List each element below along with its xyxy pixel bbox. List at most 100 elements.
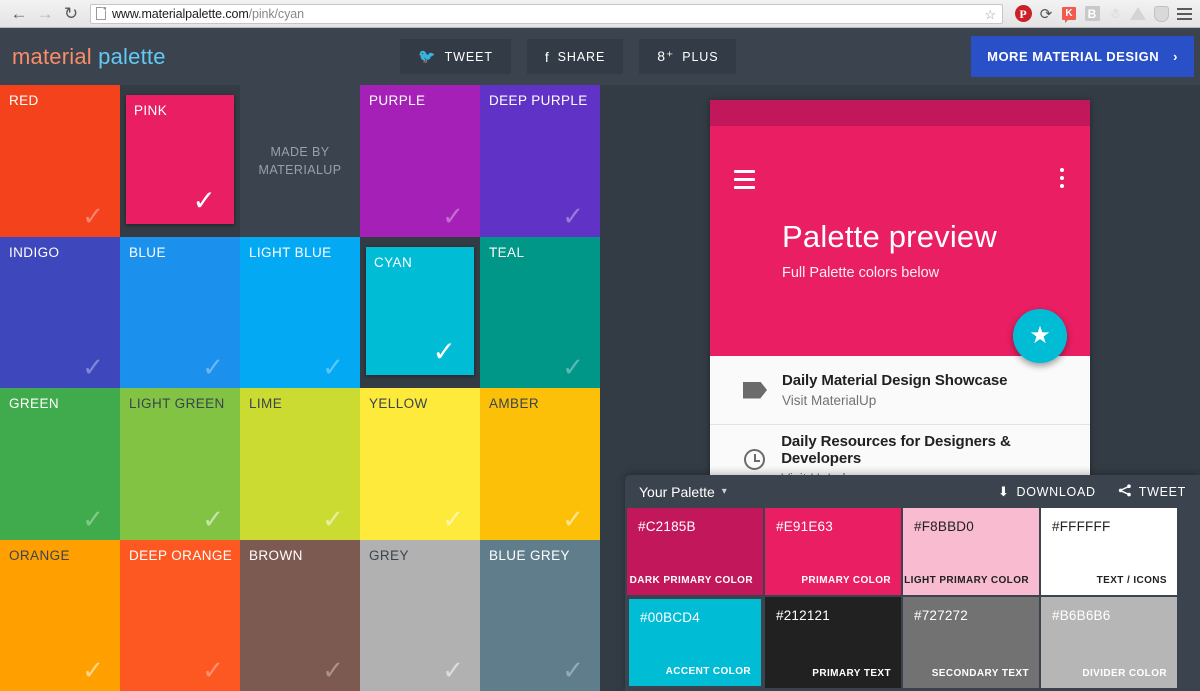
- more-button-label: MORE MATERIAL DESIGN: [987, 49, 1160, 64]
- tile-label: ORANGE: [9, 547, 70, 563]
- palette-tile-deep-orange[interactable]: DEEP ORANGE ✓: [120, 539, 240, 691]
- social-buttons: 🐦 TWEET f SHARE 8⁺ PLUS: [400, 39, 737, 74]
- chevron-down-icon: ▾: [721, 486, 727, 497]
- made-by-text: MADE BY MATERIALUP: [258, 144, 342, 177]
- share-button-label: SHARE: [557, 49, 606, 64]
- check-icon: ✓: [322, 352, 344, 382]
- palette-tile-red[interactable]: RED ✓: [0, 85, 120, 237]
- swatch-secondary-text[interactable]: #727272 SECONDARY TEXT: [903, 597, 1039, 688]
- tweet-label: TWEET: [1138, 484, 1186, 499]
- reload-icon[interactable]: ↻: [58, 1, 84, 27]
- check-icon: ✓: [562, 200, 584, 231]
- swatch-role: PRIMARY TEXT: [812, 668, 891, 679]
- phone-title: Palette preview: [782, 219, 997, 254]
- palette-tile-pink[interactable]: PINK ✓: [120, 85, 240, 237]
- check-icon: ✓: [82, 503, 104, 534]
- share-button[interactable]: f SHARE: [526, 39, 624, 74]
- page-icon: [96, 7, 106, 20]
- tweet-button[interactable]: TWEET: [1118, 483, 1186, 500]
- hamburger-menu-icon[interactable]: [1174, 4, 1194, 24]
- swatch-text-icons[interactable]: #FFFFFF TEXT / ICONS: [1041, 508, 1177, 595]
- swatch-light-primary-color[interactable]: #F8BBD0 LIGHT PRIMARY COLOR: [903, 508, 1039, 595]
- palette-tile-teal[interactable]: TEAL ✓: [480, 236, 600, 388]
- check-icon: ✓: [562, 655, 584, 685]
- share-icon: [1118, 483, 1132, 500]
- palette-tile-indigo[interactable]: INDIGO ✓: [0, 236, 120, 388]
- palette-tile-orange[interactable]: ORANGE ✓: [0, 539, 120, 691]
- list-item[interactable]: Daily Resources for Designers & Develope…: [710, 425, 1090, 480]
- url-text: www.materialpalette.com/pink/cyan: [112, 7, 304, 21]
- palette-tile-amber[interactable]: AMBER ✓: [480, 388, 600, 540]
- swatch-divider-color[interactable]: #B6B6B6 DIVIDER COLOR: [1041, 597, 1177, 688]
- list-item[interactable]: Daily Material Design Showcase Visit Mate…: [710, 356, 1090, 425]
- palette-tile-green[interactable]: GREEN ✓: [0, 388, 120, 540]
- shield-extension-icon[interactable]: [1151, 4, 1171, 24]
- swatch-hex: #B6B6B6: [1052, 608, 1111, 623]
- tile-label: BLUE: [129, 244, 166, 260]
- swatch-accent-color[interactable]: #00BCD4 ACCENT COLOR: [627, 597, 763, 688]
- bold-extension-icon[interactable]: B: [1082, 4, 1102, 24]
- list-item-text: Daily Resources for Designers & Develope…: [781, 433, 1090, 481]
- check-icon: ✓: [562, 503, 584, 534]
- phone-list: Daily Material Design Showcase Visit Mate…: [710, 356, 1090, 480]
- swatch-primary-text[interactable]: #212121 PRIMARY TEXT: [765, 597, 901, 688]
- more-material-design-button[interactable]: MORE MATERIAL DESIGN ›: [971, 36, 1194, 77]
- site-header: material palette 🐦 TWEET f SHARE 8⁺ PLUS MORE…: [0, 28, 1200, 85]
- check-icon: ✓: [562, 352, 584, 382]
- download-button[interactable]: ⬇ DOWNLOAD: [998, 484, 1096, 500]
- unknown-extension-icon[interactable]: ☃: [1105, 4, 1125, 24]
- check-icon: ✓: [442, 200, 464, 231]
- kebab-menu-icon[interactable]: [1060, 168, 1064, 188]
- star-icon[interactable]: ☆: [984, 7, 996, 23]
- your-palette-title[interactable]: Your Palette ▾: [639, 484, 727, 500]
- palette-tile-grey[interactable]: GREY ✓: [360, 539, 480, 691]
- swatch-role: ACCENT COLOR: [665, 666, 751, 677]
- check-icon: ✓: [202, 503, 224, 534]
- swatch-hex: #F8BBD0: [914, 519, 974, 534]
- swatch-primary-color[interactable]: #E91E63 PRIMARY COLOR: [765, 508, 901, 595]
- swatch-role: TEXT / ICONS: [1096, 575, 1167, 586]
- browser-toolbar: ← → ↻ www.materialpalette.com/pink/cyan …: [0, 0, 1200, 28]
- chevron-right-icon: ›: [1173, 49, 1178, 64]
- swatch-role: SECONDARY TEXT: [931, 668, 1029, 679]
- logo-material: material: [12, 43, 92, 69]
- logo-palette: palette: [98, 43, 166, 69]
- palette-tile-blue[interactable]: BLUE ✓: [120, 236, 240, 388]
- hamburger-menu-icon[interactable]: [734, 170, 755, 189]
- tile-label: DEEP PURPLE: [489, 93, 588, 108]
- palette-tile-light-green[interactable]: LIGHT GREEN ✓: [120, 388, 240, 540]
- tile-label: LIME: [249, 396, 283, 411]
- palette-tile-deep-purple[interactable]: DEEP PURPLE ✓: [480, 85, 600, 237]
- address-bar[interactable]: www.materialpalette.com/pink/cyan ☆: [90, 3, 1003, 24]
- tile-label: AMBER: [489, 396, 540, 411]
- tile-label: PINK: [134, 103, 168, 118]
- palette-tile-cyan[interactable]: CYAN ✓: [360, 236, 480, 388]
- google-drive-extension-icon[interactable]: [1128, 4, 1148, 24]
- palette-tile-lime[interactable]: LIME ✓: [240, 388, 360, 540]
- swatch-dark-primary-color[interactable]: #C2185B DARK PRIMARY COLOR: [627, 508, 763, 595]
- palette-tile-blue-grey[interactable]: BLUE GREY ✓: [480, 539, 600, 691]
- forward-arrow-icon[interactable]: →: [32, 1, 58, 27]
- clock-icon: [728, 448, 781, 470]
- tile-label: DEEP ORANGE: [129, 547, 233, 563]
- palette-tile-purple[interactable]: PURPLE ✓: [360, 85, 480, 237]
- tag-icon: [728, 381, 782, 399]
- check-icon: ✓: [82, 352, 104, 382]
- palette-grid: RED ✓ PINK ✓ MADE BY MATERIALUP PURPLE ✓ DEEP PU…: [0, 85, 600, 691]
- check-icon: ✓: [202, 655, 224, 685]
- floating-action-button[interactable]: ★: [1013, 309, 1067, 363]
- url-path: /pink/cyan: [248, 6, 304, 21]
- site-logo[interactable]: material palette: [12, 44, 166, 70]
- palette-tile-brown[interactable]: BROWN ✓: [240, 539, 360, 691]
- tweet-button[interactable]: 🐦 TWEET: [400, 39, 511, 74]
- palette-tile-light-blue[interactable]: LIGHT BLUE ✓: [240, 236, 360, 388]
- kippt-extension-icon[interactable]: K: [1059, 4, 1079, 24]
- swatch-hex: #727272: [914, 608, 968, 623]
- tile-label: BLUE GREY: [489, 547, 570, 563]
- palette-tile-yellow[interactable]: YELLOW ✓: [360, 388, 480, 540]
- pinterest-extension-icon[interactable]: P: [1013, 4, 1033, 24]
- back-arrow-icon[interactable]: ←: [6, 1, 32, 27]
- plus-button[interactable]: 8⁺ PLUS: [639, 39, 737, 74]
- plus-button-label: PLUS: [682, 49, 719, 64]
- sync-extension-icon[interactable]: ⟳: [1036, 4, 1056, 24]
